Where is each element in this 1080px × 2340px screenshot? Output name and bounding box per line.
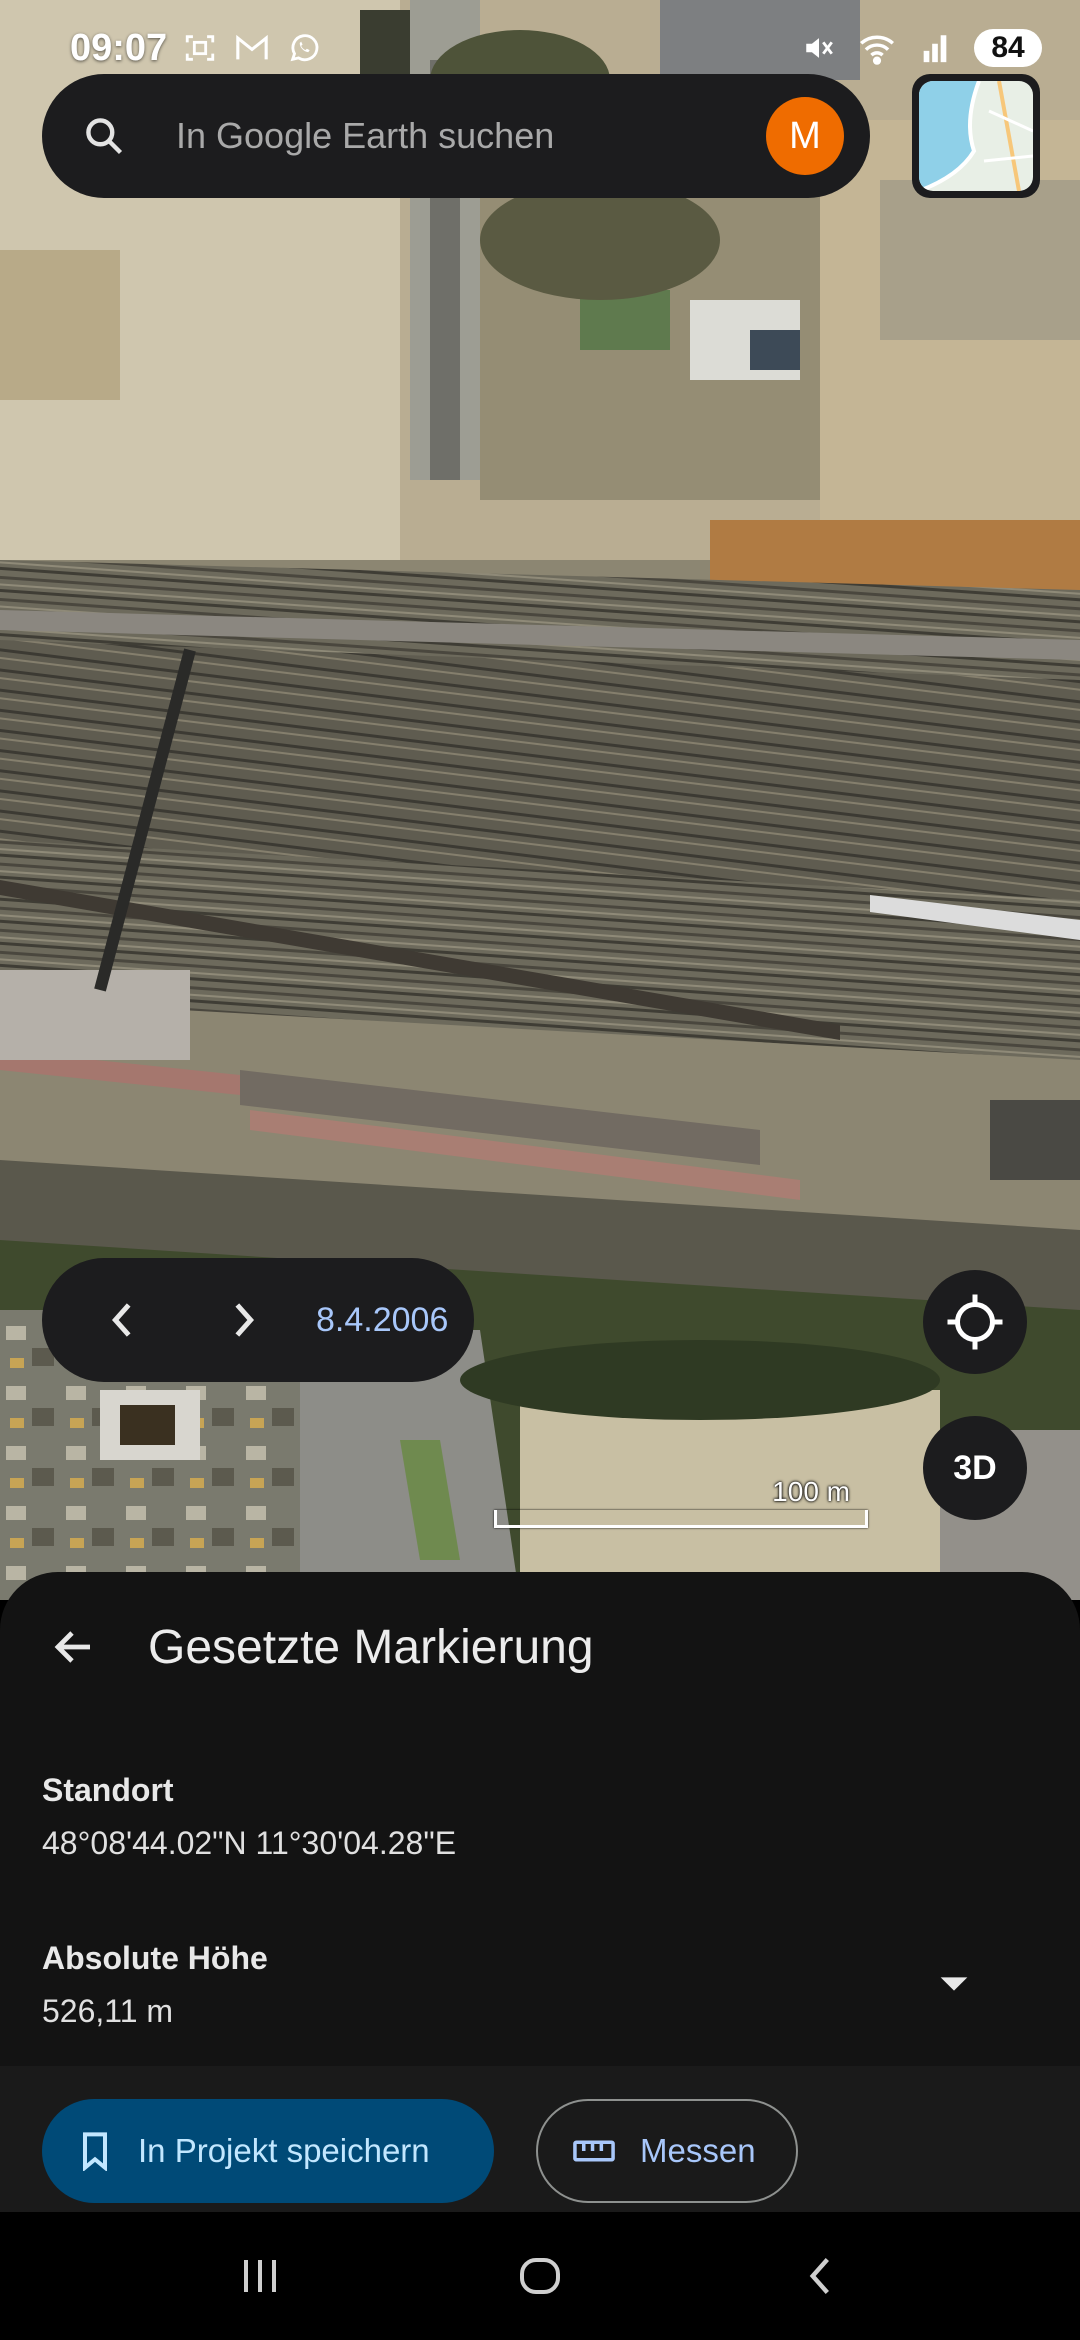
- location-value: 48°08'44.02"N 11°30'04.28"E: [42, 1825, 457, 1861]
- next-date-button[interactable]: [214, 1290, 274, 1350]
- historical-imagery-selector: 8.4.2006: [42, 1258, 474, 1382]
- map-style-button[interactable]: [912, 74, 1040, 198]
- search-bar[interactable]: M: [42, 74, 870, 198]
- toggle-3d-button[interactable]: 3D: [923, 1416, 1027, 1520]
- altitude-field: Absolute Höhe 526,11 m: [42, 1940, 268, 2030]
- save-to-project-label: In Projekt speichern: [138, 2132, 430, 2169]
- imagery-date[interactable]: 8.4.2006: [316, 1301, 448, 1340]
- location-label: Standort: [42, 1772, 174, 1808]
- measure-label: Messen: [640, 2132, 756, 2169]
- location-field: Standort 48°08'44.02"N 11°30'04.28"E: [42, 1772, 456, 1862]
- home-icon: [520, 2258, 560, 2294]
- altitude-value: 526,11 m: [42, 1993, 174, 2029]
- chevron-left-icon: [809, 2258, 829, 2294]
- recent-apps-button[interactable]: [210, 2226, 310, 2326]
- whatsapp-icon: [285, 29, 323, 67]
- gmail-icon: [233, 29, 271, 67]
- system-navigation-bar: [0, 2212, 1080, 2340]
- signal-icon: [916, 29, 954, 67]
- status-left: 09:07: [70, 27, 323, 70]
- save-to-project-button[interactable]: In Projekt speichern: [42, 2099, 494, 2203]
- recents-icon: [244, 2260, 276, 2292]
- crosshair-icon: [947, 1294, 1003, 1350]
- status-time: 09:07: [70, 26, 168, 69]
- ruler-icon: [573, 2140, 615, 2162]
- back-nav-button[interactable]: [770, 2226, 870, 2326]
- scale-label: 100 m: [772, 1476, 850, 1507]
- scale-bar: [494, 1510, 868, 1528]
- search-input[interactable]: [176, 115, 766, 157]
- sheet-header: Gesetzte Markierung: [0, 1572, 1080, 1722]
- map-scale: 100 m: [494, 1476, 868, 1528]
- search-icon[interactable]: [82, 114, 126, 158]
- my-location-button[interactable]: [923, 1270, 1027, 1374]
- bookmark-icon: [83, 2132, 107, 2171]
- caret-down-icon: [940, 1977, 968, 1991]
- home-button[interactable]: [490, 2226, 590, 2326]
- altitude-label: Absolute Höhe: [42, 1940, 268, 1976]
- sheet-title: Gesetzte Markierung: [148, 1620, 594, 1674]
- action-bar: In Projekt speichern Messen: [0, 2066, 1080, 2212]
- map-thumbnail-icon: [919, 81, 1033, 191]
- status-right: 84: [800, 29, 1042, 67]
- avatar[interactable]: M: [766, 97, 844, 175]
- screenshot-icon: [181, 29, 219, 67]
- measure-button[interactable]: Messen: [536, 2099, 798, 2203]
- altitude-dropdown-button[interactable]: [924, 1954, 984, 2014]
- previous-date-button[interactable]: [92, 1290, 152, 1350]
- wifi-icon: [858, 29, 896, 67]
- mute-icon: [800, 29, 838, 67]
- back-button[interactable]: [34, 1607, 114, 1687]
- battery-indicator: 84: [974, 29, 1042, 67]
- arrow-back-icon: [54, 1631, 90, 1663]
